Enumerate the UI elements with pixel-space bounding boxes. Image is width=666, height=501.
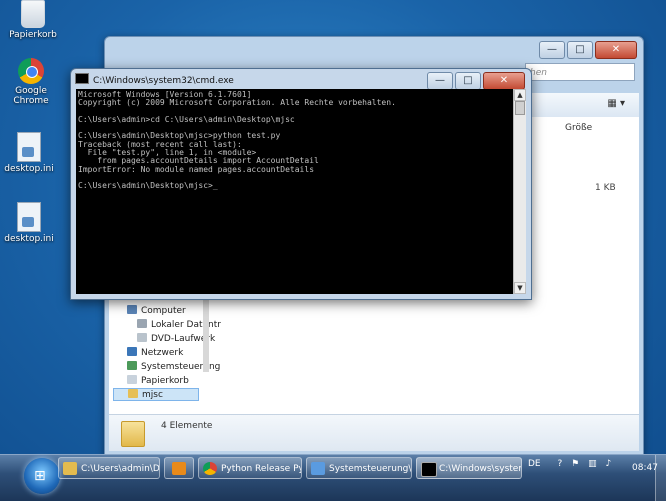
scroll-up-arrow-icon[interactable]: ▲: [514, 89, 526, 101]
close-button[interactable]: ✕: [483, 72, 525, 90]
taskbar-item-label: Python Release Pyth...: [221, 464, 301, 474]
media-player-icon: [172, 462, 186, 475]
nav-item-label: Lokaler Datentr: [151, 320, 221, 330]
folder-icon: [121, 421, 145, 447]
nav-item-recycle-bin[interactable]: Papierkorb: [127, 375, 189, 386]
nav-item-mjsc[interactable]: mjsc: [113, 388, 199, 401]
taskbar-item-control-panel[interactable]: Systemsteuerung\All...: [306, 457, 412, 479]
taskbar-item-chrome[interactable]: Python Release Pyth...: [198, 457, 302, 479]
folder-icon: [63, 462, 77, 475]
taskbar-item-cmd[interactable]: C:\Windows\system...: [416, 457, 522, 479]
console-text: Microsoft Windows [Version 6.1.7601] Cop…: [78, 90, 396, 191]
desktop-icon-chrome[interactable]: Google Chrome: [0, 58, 64, 106]
nav-item-computer[interactable]: Computer: [127, 305, 186, 316]
start-button[interactable]: ⊞: [24, 458, 60, 494]
chrome-icon: [18, 58, 44, 84]
minimize-button[interactable]: —: [539, 41, 565, 59]
nav-item-network[interactable]: Netzwerk: [127, 347, 183, 358]
cmd-icon: [75, 73, 89, 84]
control-panel-icon: [127, 361, 137, 370]
chrome-icon: [203, 462, 217, 475]
network-icon: [127, 347, 137, 356]
taskbar: ⊞ C:\Users\admin\Des... Python Release P…: [0, 454, 666, 501]
scroll-down-arrow-icon[interactable]: ▼: [514, 282, 526, 294]
desktop-icon-label: Google Chrome: [13, 86, 49, 106]
drive-icon: [137, 319, 147, 328]
scroll-thumb[interactable]: [515, 101, 525, 115]
taskbar-item-label: Systemsteuerung\All...: [329, 464, 412, 474]
nav-item-label: Netzwerk: [141, 348, 184, 358]
nav-item-label: mjsc: [142, 390, 163, 400]
console-scrollbar[interactable]: ▲ ▼: [513, 89, 526, 294]
ini-file-icon: [17, 132, 41, 162]
taskbar-item-label: C:\Windows\system...: [439, 464, 521, 474]
maximize-button[interactable]: □: [567, 41, 593, 59]
taskbar-item-explorer[interactable]: C:\Users\admin\Des...: [58, 457, 160, 479]
desktop-icon-label: desktop.ini: [4, 164, 54, 174]
desktop-icon-label: Papierkorb: [9, 30, 57, 40]
recycle-bin-icon: [21, 0, 45, 28]
volume-icon[interactable]: ♪: [606, 459, 612, 469]
nav-item-label: Papierkorb: [141, 376, 189, 386]
computer-icon: [127, 305, 137, 314]
maximize-button[interactable]: □: [455, 72, 481, 90]
desktop-icon-recycle-bin[interactable]: Papierkorb: [0, 0, 66, 40]
column-header-size[interactable]: Größe: [565, 123, 592, 133]
control-panel-icon: [311, 462, 325, 475]
desktop-icon-ini-1[interactable]: desktop.ini: [0, 132, 62, 174]
system-tray: DE ? ⚑ ▥ ♪: [528, 459, 611, 469]
show-desktop-button[interactable]: [655, 455, 666, 501]
search-input[interactable]: hen: [525, 63, 635, 81]
network-icon[interactable]: ▥: [588, 459, 597, 469]
recycle-bin-icon: [127, 375, 137, 384]
cmd-window-controls: — □ ✕: [427, 72, 525, 90]
dvd-icon: [137, 333, 147, 342]
folder-icon: [128, 389, 138, 398]
cmd-titlebar[interactable]: C:\Windows\system32\cmd.exe: [75, 73, 451, 87]
desktop-icon-label: desktop.ini: [4, 234, 54, 244]
flag-icon[interactable]: ⚑: [571, 459, 579, 469]
file-size: 1 KB: [595, 183, 616, 193]
status-bar: 4 Elemente: [109, 414, 639, 451]
windows-logo-icon: ⊞: [34, 468, 46, 484]
close-button[interactable]: ✕: [595, 41, 637, 59]
desktop-icon-ini-2[interactable]: desktop.ini: [0, 202, 62, 244]
language-indicator[interactable]: DE: [528, 459, 541, 469]
cmd-window[interactable]: C:\Windows\system32\cmd.exe — □ ✕ Micros…: [70, 68, 532, 300]
explorer-window-controls: — □ ✕: [539, 41, 637, 59]
item-count: 4 Elemente: [161, 421, 213, 431]
nav-item-label: Computer: [141, 306, 186, 316]
console-output-area[interactable]: Microsoft Windows [Version 6.1.7601] Cop…: [76, 89, 513, 294]
minimize-button[interactable]: —: [427, 72, 453, 90]
taskbar-item-label: C:\Users\admin\Des...: [81, 464, 160, 474]
ini-file-icon: [17, 202, 41, 232]
view-options-icon[interactable]: ▦ ▾: [607, 98, 625, 109]
taskbar-item-media-player[interactable]: [164, 457, 194, 479]
help-icon[interactable]: ?: [558, 459, 563, 469]
cmd-title: C:\Windows\system32\cmd.exe: [93, 76, 234, 86]
cmd-icon: [421, 462, 437, 477]
